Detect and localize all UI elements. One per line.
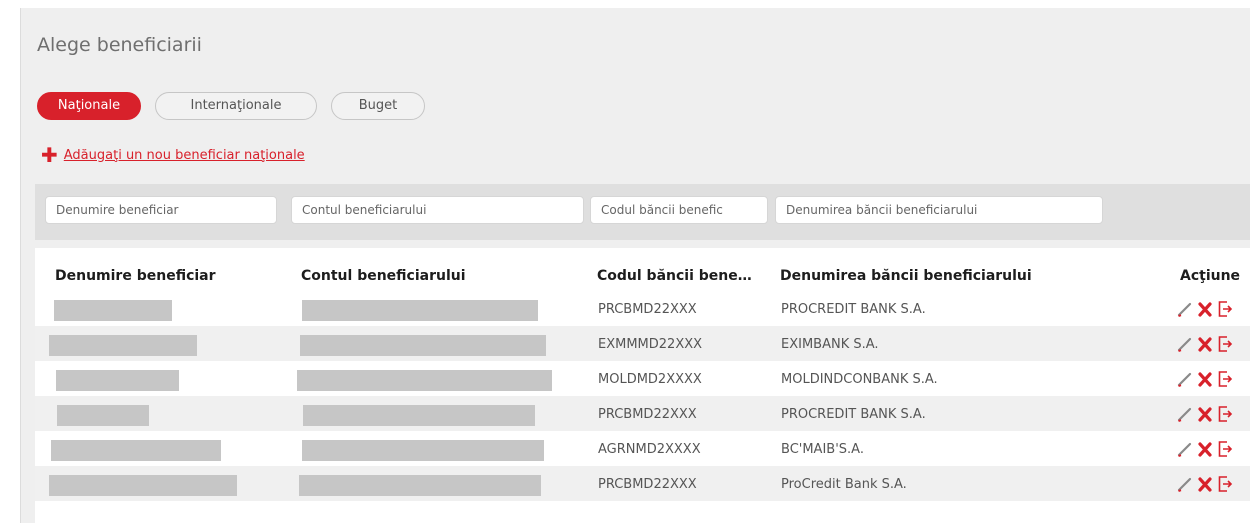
bank-code-cell: PRCBMD22XXX (598, 302, 697, 317)
redacted-beneficiary-name (51, 440, 221, 461)
filter-account-input[interactable] (291, 196, 584, 224)
table-row[interactable]: PRCBMD22XXX PROCREDIT BANK S.A. (35, 396, 1250, 431)
bank-code-cell: AGRNMD2XXXX (598, 442, 701, 457)
pencil-icon[interactable] (1177, 405, 1193, 423)
transfer-icon[interactable] (1217, 370, 1233, 388)
row-actions (1177, 405, 1233, 423)
transfer-icon[interactable] (1217, 405, 1233, 423)
redacted-account (302, 300, 538, 321)
bank-name-cell: EXIMBANK S.A. (781, 337, 879, 352)
plus-icon: ✚ (41, 143, 58, 167)
table-row[interactable]: PRCBMD22XXX PROCREDIT BANK S.A. (35, 291, 1250, 326)
row-actions (1177, 475, 1233, 493)
filter-beneficiary-name-input[interactable] (45, 196, 277, 224)
header-bank-code[interactable]: Codul băncii bene… (597, 268, 752, 284)
x-icon[interactable] (1197, 370, 1213, 388)
pencil-icon[interactable] (1177, 300, 1193, 318)
redacted-account (300, 335, 546, 356)
redacted-account (303, 405, 535, 426)
pencil-icon[interactable] (1177, 475, 1193, 493)
redacted-beneficiary-name (49, 335, 197, 356)
redacted-account (302, 440, 544, 461)
table-row[interactable]: MOLDMD2XXXX MOLDINDCONBANK S.A. (35, 361, 1250, 396)
x-icon[interactable] (1197, 440, 1213, 458)
page-title: Alege beneficiarii (37, 34, 202, 56)
tab-internationale[interactable]: Internaţionale (155, 92, 317, 120)
tab-buget[interactable]: Buget (331, 92, 425, 120)
bank-code-cell: MOLDMD2XXXX (598, 372, 702, 387)
x-icon[interactable] (1197, 475, 1213, 493)
bank-name-cell: PROCREDIT BANK S.A. (781, 302, 926, 317)
x-icon[interactable] (1197, 405, 1213, 423)
redacted-beneficiary-name (57, 405, 149, 426)
header-bank-name[interactable]: Denumirea băncii beneficiarului (780, 268, 1032, 284)
add-beneficiary-link[interactable]: ✚ Adăugaţi un nou beneficiar naţionale (41, 143, 305, 167)
transfer-icon[interactable] (1217, 475, 1233, 493)
header-actions: Acţiune (1180, 268, 1241, 284)
bank-code-cell: PRCBMD22XXX (598, 407, 697, 422)
pencil-icon[interactable] (1177, 335, 1193, 353)
row-actions (1177, 440, 1233, 458)
filter-bar (35, 184, 1250, 240)
row-actions (1177, 370, 1233, 388)
bank-name-cell: ProCredit Bank S.A. (781, 477, 907, 492)
header-account[interactable]: Contul beneficiarului (301, 268, 466, 284)
transfer-icon[interactable] (1217, 335, 1233, 353)
pencil-icon[interactable] (1177, 370, 1193, 388)
pencil-icon[interactable] (1177, 440, 1193, 458)
add-beneficiary-label: Adăugaţi un nou beneficiar naţionale (63, 147, 305, 163)
row-actions (1177, 335, 1233, 353)
filter-bank-name-input[interactable] (775, 196, 1103, 224)
redacted-account (297, 370, 552, 391)
bank-code-cell: PRCBMD22XXX (598, 477, 697, 492)
table-row[interactable]: AGRNMD2XXXX BC'MAIB'S.A. (35, 431, 1250, 466)
redacted-beneficiary-name (54, 300, 172, 321)
table-row[interactable]: EXMMMD22XXX EXIMBANK S.A. (35, 326, 1250, 361)
transfer-icon[interactable] (1217, 440, 1233, 458)
bank-code-cell: EXMMMD22XXX (598, 337, 703, 352)
beneficiaries-table: Denumire beneficiar Contul beneficiarulu… (35, 248, 1250, 523)
x-icon[interactable] (1197, 335, 1213, 353)
bank-name-cell: MOLDINDCONBANK S.A. (781, 372, 938, 387)
x-icon[interactable] (1197, 300, 1213, 318)
redacted-account (299, 475, 541, 496)
transfer-icon[interactable] (1217, 300, 1233, 318)
table-row[interactable]: PRCBMD22XXX ProCredit Bank S.A. (35, 466, 1250, 501)
beneficiaries-panel: Alege beneficiarii Naţionale Internaţion… (20, 8, 1250, 523)
beneficiary-type-tabs: Naţionale Internaţionale Buget (37, 92, 425, 120)
row-actions (1177, 300, 1233, 318)
filter-bank-code-input[interactable] (590, 196, 768, 224)
bank-name-cell: PROCREDIT BANK S.A. (781, 407, 926, 422)
header-beneficiary-name[interactable]: Denumire beneficiar (55, 268, 216, 284)
bank-name-cell: BC'MAIB'S.A. (781, 442, 864, 457)
tab-nationale[interactable]: Naţionale (37, 92, 141, 120)
redacted-beneficiary-name (49, 475, 237, 496)
redacted-beneficiary-name (56, 370, 179, 391)
